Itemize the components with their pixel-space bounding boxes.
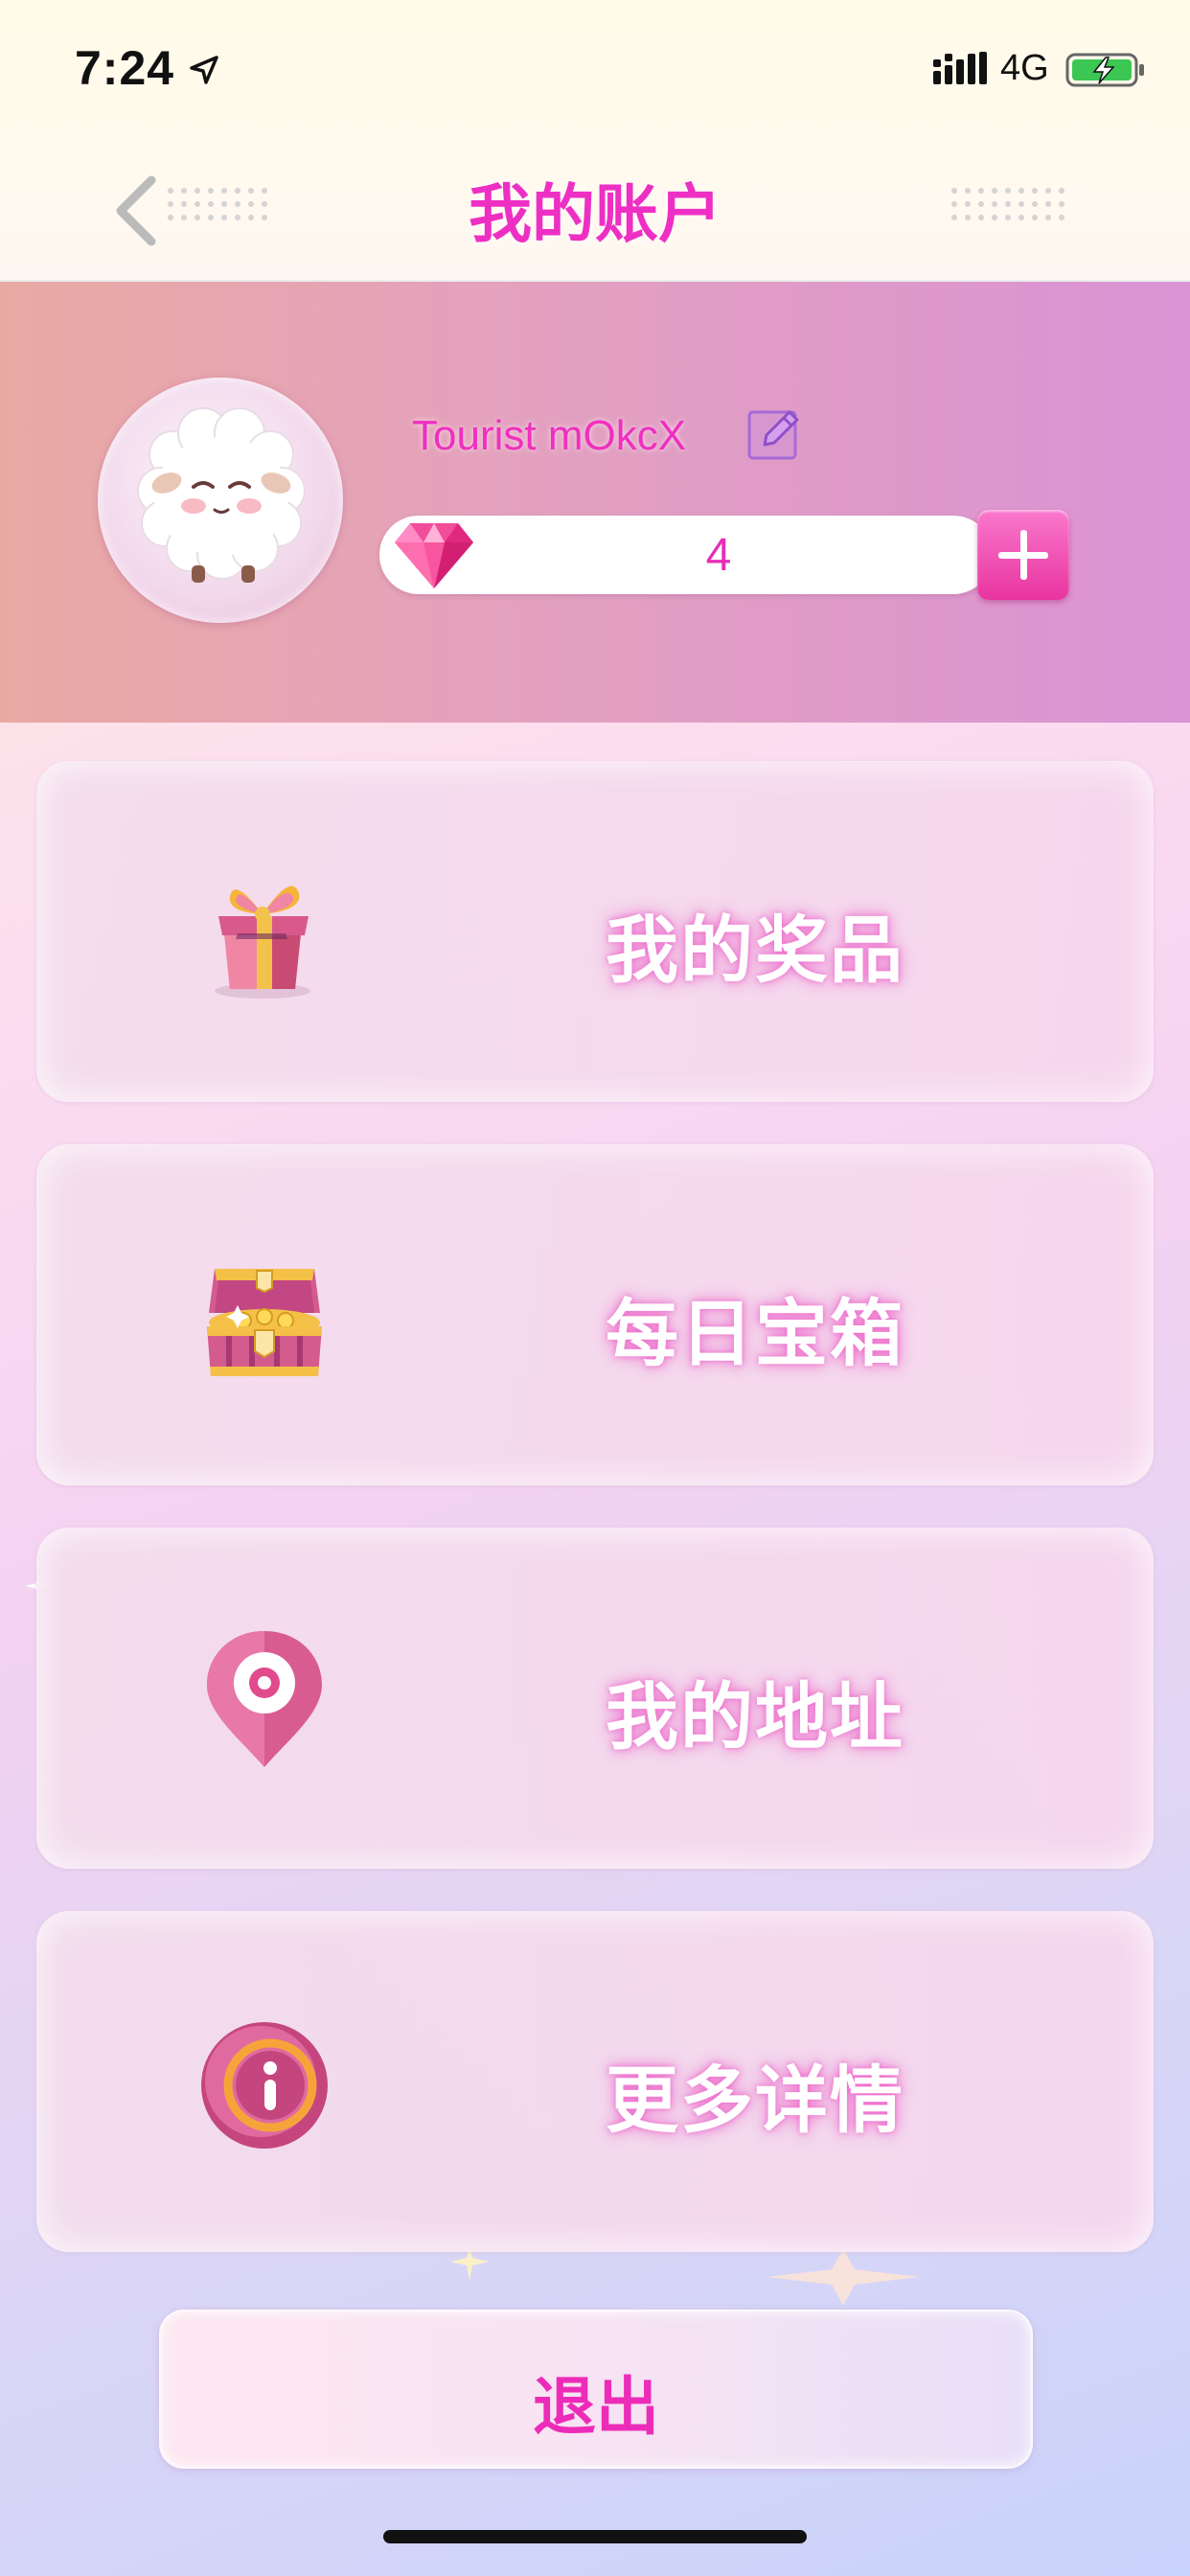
menu-item-my-prizes[interactable]: 我的奖品 [36, 761, 1154, 1102]
signal-bars-icon [933, 52, 987, 84]
avatar[interactable] [98, 378, 343, 623]
menu-label: 每日宝箱 [606, 1291, 904, 1376]
gift-box-icon [215, 886, 310, 999]
location-arrow-icon [190, 56, 218, 84]
home-indicator[interactable] [383, 2530, 807, 2543]
sparkle-icon [767, 2248, 920, 2306]
logout-button[interactable]: 退出 [159, 2310, 1033, 2469]
info-circle-icon [201, 2022, 328, 2149]
profile-header: Tourist mOkcX 4 [0, 282, 1190, 723]
add-gems-button[interactable] [977, 510, 1069, 600]
edit-pencil-icon[interactable] [744, 402, 805, 464]
gem-count: 4 [705, 530, 732, 581]
status-time: 7:24 [75, 41, 175, 95]
menu-item-daily-chest[interactable]: 每日宝箱 [36, 1144, 1154, 1485]
pink-diamond-icon [395, 523, 473, 588]
menu-item-more-details[interactable]: 更多详情 [36, 1911, 1154, 2252]
sheep-avatar-icon [137, 407, 306, 583]
username: Tourist mOkcX [412, 412, 687, 459]
network-type: 4G [1000, 48, 1049, 88]
battery-charging-icon [1065, 53, 1144, 87]
menu-label: 更多详情 [606, 2058, 904, 2143]
menu-label: 我的地址 [606, 1674, 904, 1760]
menu-label: 我的奖品 [606, 908, 904, 993]
top-bar: 7:24 4G 我的账户 [0, 0, 1190, 282]
location-pin-icon [207, 1631, 322, 1767]
logout-label: 退出 [533, 2370, 659, 2444]
treasure-chest-icon [207, 1269, 322, 1376]
dot-pattern-right [951, 188, 1064, 220]
menu-item-my-address[interactable]: 我的地址 [36, 1528, 1154, 1869]
